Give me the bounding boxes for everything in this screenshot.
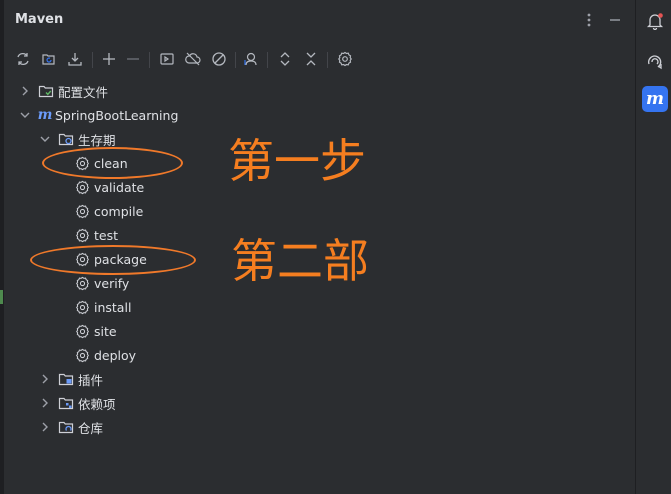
annotation-step-one: 第一步 xyxy=(228,134,366,188)
collapse-all-icon[interactable] xyxy=(300,48,322,70)
highlight-ellipse-clean xyxy=(42,147,183,179)
settings-gear-icon[interactable] xyxy=(334,48,356,70)
skip-tests-icon[interactable] xyxy=(208,48,230,70)
toolbar-separator xyxy=(267,52,268,68)
gear-icon xyxy=(74,227,90,243)
gutter-marker xyxy=(0,290,3,304)
tree-item-phase-test[interactable]: test xyxy=(74,224,118,246)
tree-item-label: install xyxy=(94,299,132,315)
toolbar-separator xyxy=(235,52,236,68)
tree-item-label: 依赖项 xyxy=(78,396,116,412)
maven-toolbar xyxy=(4,44,635,74)
tree-item-phase-validate[interactable]: validate xyxy=(74,176,144,198)
chevron-down-icon[interactable] xyxy=(38,132,52,146)
maven-tool-icon[interactable]: m xyxy=(642,86,668,112)
highlight-ellipse-package xyxy=(30,245,196,275)
tree-item-label: 配置文件 xyxy=(58,84,109,100)
notifications-bell-icon[interactable] xyxy=(642,8,668,34)
tree-item-phase-site[interactable]: site xyxy=(74,320,117,342)
minimize-icon[interactable] xyxy=(605,10,625,30)
tree-item-label: validate xyxy=(94,179,145,195)
tree-item-label: compile xyxy=(94,203,144,219)
tree-item-dependencies[interactable]: 依赖项 xyxy=(38,392,116,414)
expand-all-icon[interactable] xyxy=(274,48,296,70)
right-tool-rail: m xyxy=(635,0,671,494)
ai-assistant-icon[interactable] xyxy=(642,48,668,74)
maven-project-icon: m xyxy=(37,107,53,123)
repositories-folder-icon xyxy=(58,419,74,435)
panel-header: Maven xyxy=(4,0,635,40)
download-icon[interactable] xyxy=(64,48,86,70)
remove-icon[interactable] xyxy=(122,48,144,70)
gear-icon xyxy=(74,179,90,195)
tree-item-phase-compile[interactable]: compile xyxy=(74,200,143,222)
tree-item-label: 插件 xyxy=(78,372,104,388)
tree-item-label: test xyxy=(94,227,119,243)
gear-icon xyxy=(74,299,90,315)
reload-icon[interactable] xyxy=(12,48,34,70)
offline-mode-icon[interactable] xyxy=(182,48,204,70)
tree-item-label: SpringBootLearning xyxy=(55,107,179,123)
tree-item-repositories[interactable]: 仓库 xyxy=(38,416,103,438)
chevron-right-icon[interactable] xyxy=(38,420,52,434)
tree-item-phase-deploy[interactable]: deploy xyxy=(74,344,136,366)
show-dependencies-icon[interactable] xyxy=(240,48,262,70)
generate-sources-icon[interactable] xyxy=(38,48,60,70)
gear-icon xyxy=(74,347,90,363)
chevron-right-icon[interactable] xyxy=(18,84,32,98)
more-options-icon[interactable] xyxy=(579,10,599,30)
tree-item-label: site xyxy=(94,323,117,339)
add-icon[interactable] xyxy=(98,48,120,70)
tree-item-label: deploy xyxy=(94,347,137,363)
dependencies-folder-icon xyxy=(58,395,74,411)
annotation-step-two: 第二部 xyxy=(231,234,369,288)
gear-icon xyxy=(74,323,90,339)
lifecycle-folder-icon xyxy=(58,131,74,147)
tree-item-plugins[interactable]: 插件 xyxy=(38,368,103,390)
chevron-right-icon[interactable] xyxy=(38,372,52,386)
tree-item-label: 生存期 xyxy=(78,132,116,148)
panel-title: Maven xyxy=(15,12,64,27)
tree-item-phase-install[interactable]: install xyxy=(74,296,131,318)
gear-icon xyxy=(74,275,90,291)
tree-item-phase-verify[interactable]: verify xyxy=(74,272,129,294)
run-configuration-icon[interactable] xyxy=(156,48,178,70)
chevron-down-icon[interactable] xyxy=(18,108,32,122)
tree-item-project[interactable]: m SpringBootLearning xyxy=(18,104,178,126)
toolbar-separator xyxy=(327,52,328,68)
tree-item-label: verify xyxy=(94,275,130,291)
tree-item-label: 仓库 xyxy=(78,420,104,436)
toolbar-separator xyxy=(92,52,93,68)
plugins-folder-icon xyxy=(58,371,74,387)
gear-icon xyxy=(74,203,90,219)
profiles-folder-icon xyxy=(38,83,54,99)
tree-item-config[interactable]: 配置文件 xyxy=(18,80,108,102)
chevron-right-icon[interactable] xyxy=(38,396,52,410)
toolbar-separator xyxy=(149,52,150,68)
